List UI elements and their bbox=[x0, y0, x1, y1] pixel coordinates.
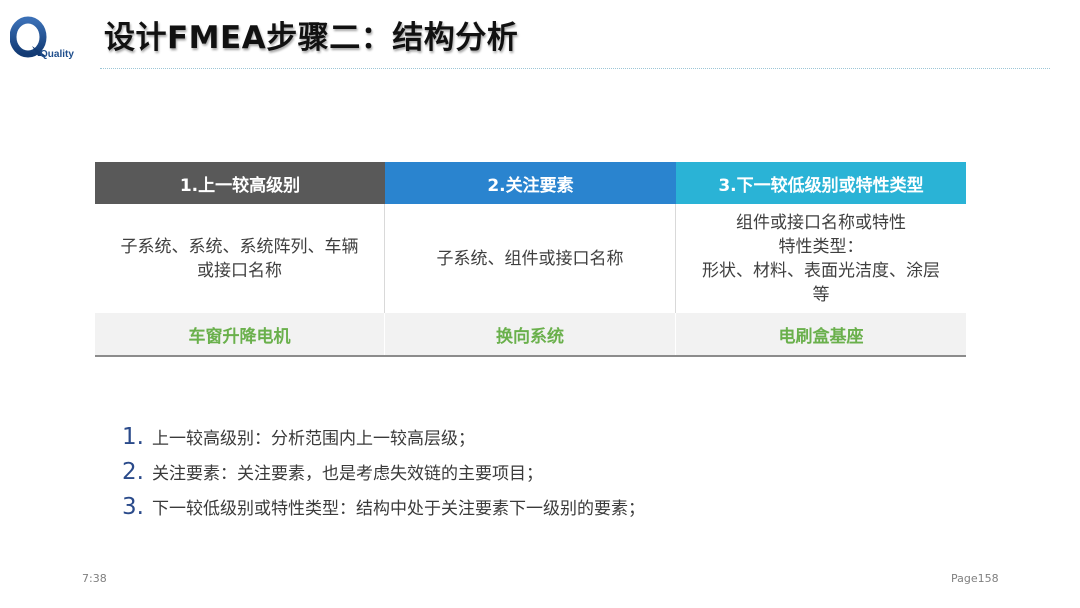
table-header-row: 1.上一较高级别 2.关注要素 3.下一较低级别或特性类型 bbox=[95, 162, 966, 204]
description-higher-level: 子系统、系统、系统阵列、车辆 或接口名称 bbox=[95, 204, 385, 313]
structure-analysis-table: 1.上一较高级别 2.关注要素 3.下一较低级别或特性类型 子系统、系统、系统阵… bbox=[95, 162, 966, 357]
footer-time: 7:38 bbox=[82, 572, 107, 585]
slide: Quality 设计FMEA步骤二：结构分析 1.上一较高级别 2.关注要素 3… bbox=[0, 0, 1080, 608]
header-lower-level: 3.下一较低级别或特性类型 bbox=[676, 162, 966, 204]
description-line: 形状、材料、表面光洁度、涂层 bbox=[702, 260, 940, 281]
example-focus-element: 换向系统 bbox=[385, 313, 676, 355]
list-item: 1. 上一较高级别：分析范围内上一较高层级； bbox=[122, 424, 645, 459]
header-focus-element: 2.关注要素 bbox=[385, 162, 676, 204]
notes-list: 1. 上一较高级别：分析范围内上一较高层级； 2. 关注要素：关注要素，也是考虑… bbox=[122, 424, 645, 529]
page-number: Page158 bbox=[951, 572, 999, 585]
list-item: 3. 下一较低级别或特性类型：结构中处于关注要素下一级别的要素； bbox=[122, 494, 645, 529]
description-line: 或接口名称 bbox=[197, 260, 282, 281]
note-text: 关注要素：关注要素，也是考虑失效链的主要项目； bbox=[152, 464, 543, 484]
description-line: 组件或接口名称或特性 bbox=[736, 212, 906, 233]
example-higher-level: 车窗升降电机 bbox=[95, 313, 385, 355]
list-item: 2. 关注要素：关注要素，也是考虑失效链的主要项目； bbox=[122, 459, 645, 494]
note-number: 3. bbox=[122, 494, 144, 520]
description-focus-element: 子系统、组件或接口名称 bbox=[385, 204, 676, 313]
header-divider bbox=[100, 68, 1050, 69]
table-description-row: 子系统、系统、系统阵列、车辆 或接口名称 子系统、组件或接口名称 组件或接口名称… bbox=[95, 204, 966, 313]
table-example-row: 车窗升降电机 换向系统 电刷盒基座 bbox=[95, 313, 966, 357]
description-line: 特性类型： bbox=[778, 236, 864, 257]
description-line: 子系统、系统、系统阵列、车辆 bbox=[120, 236, 359, 257]
quality-logo: Quality bbox=[10, 16, 92, 60]
example-lower-level: 电刷盒基座 bbox=[676, 313, 966, 355]
description-line: 子系统、组件或接口名称 bbox=[436, 248, 624, 269]
description-lower-level: 组件或接口名称或特性 特性类型： 形状、材料、表面光洁度、涂层 等 bbox=[676, 204, 966, 313]
note-number: 2. bbox=[122, 459, 144, 485]
description-line: 等 bbox=[812, 284, 830, 305]
header-higher-level: 1.上一较高级别 bbox=[95, 162, 385, 204]
logo-text: Quality bbox=[40, 49, 74, 60]
note-text: 上一较高级别：分析范围内上一较高层级； bbox=[152, 429, 475, 449]
page-title: 设计FMEA步骤二：结构分析 bbox=[104, 20, 519, 56]
note-text: 下一较低级别或特性类型：结构中处于关注要素下一级别的要素； bbox=[152, 499, 645, 519]
note-number: 1. bbox=[122, 424, 144, 450]
